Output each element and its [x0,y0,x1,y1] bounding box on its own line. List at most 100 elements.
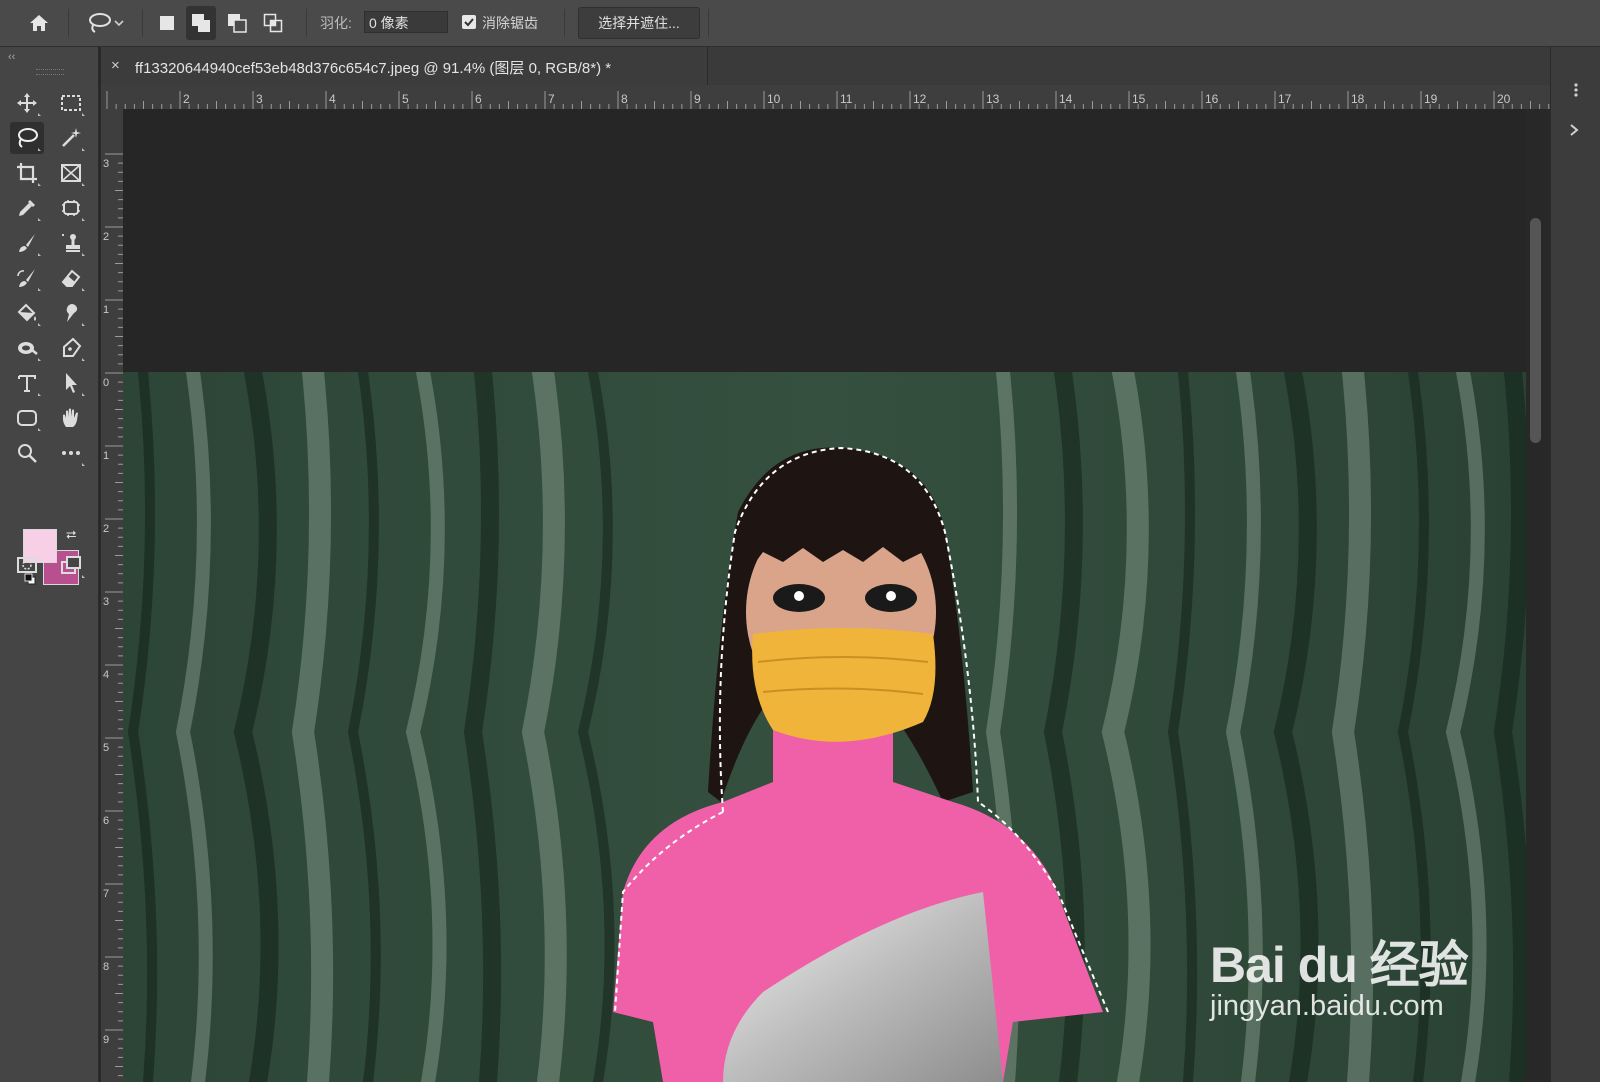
history-brush-tool[interactable] [10,262,44,294]
checkmark-icon [464,18,474,27]
path-selection-icon [66,373,77,393]
vertical-ruler[interactable]: 3 2 1 0 1 2 3 4 5 6 7 8 9 [101,109,124,1082]
edit-toolbar-button[interactable] [54,437,88,469]
eyedropper-tool[interactable] [10,192,44,224]
crop-tool[interactable] [10,157,44,189]
subtract-from-selection-button[interactable] [222,6,252,40]
path-selection-tool[interactable] [54,367,88,399]
pen-tool[interactable] [54,332,88,364]
frame-tool[interactable] [54,157,88,189]
zoom-icon [18,444,37,463]
crop-icon [17,163,37,183]
quick-mask-button[interactable] [10,549,44,581]
horizontal-ruler[interactable]: 2 3 4 5 6 7 8 9 10 11 12 13 14 15 16 17 18 19 20 [101,85,1550,110]
add-to-selection-button[interactable] [186,6,216,40]
dodge-tool[interactable] [10,332,44,364]
ruler-label: 10 [767,92,781,106]
home-button[interactable] [20,0,58,46]
divider [142,9,143,37]
ruler-label: 7 [548,92,555,106]
antialias-checkbox[interactable] [462,15,476,29]
divider [306,9,307,37]
hand-icon [63,408,78,427]
type-icon [18,375,36,392]
ruler-label: 3 [256,92,263,106]
ruler-label: 8 [621,92,628,106]
hand-tool[interactable] [54,402,88,434]
paint-bucket-tool[interactable] [10,297,44,329]
clone-stamp-tool[interactable] [54,227,88,259]
ruler-label: 17 [1278,92,1292,106]
smudge-tool[interactable] [54,297,88,329]
vertical-ruler-ticks: 3 2 1 0 1 2 3 4 5 6 7 8 9 [103,153,123,1077]
baidu-watermark-logo: Bai du 经验 [1210,937,1469,993]
ruler-label: 1 [103,304,109,316]
ruler-label: 15 [1132,92,1146,106]
zoom-tool[interactable] [10,437,44,469]
panel-grip[interactable] [36,69,64,75]
rectangle-tool[interactable] [10,402,44,434]
horizontal-ruler-ticks: 2 3 4 5 6 7 8 9 10 11 12 13 14 15 16 17 18 19 20 [106,91,1550,109]
spot-healing-icon [62,200,80,216]
ruler-label: 14 [1059,92,1073,106]
document-tab[interactable]: × ff13320644940cef53eb48d376c654c7.jpeg … [101,47,708,85]
feather-input[interactable]: 0 像素 [364,11,448,33]
ruler-label: 20 [1497,92,1511,106]
marquee-tool[interactable] [54,87,88,119]
tools-panel: ‹‹ ⮂ [0,47,99,1082]
move-tool[interactable] [10,87,44,119]
magic-wand-tool[interactable] [54,122,88,154]
swap-colors-icon[interactable]: ⮂ [66,527,76,543]
ruler-label: 2 [103,523,109,535]
new-selection-button[interactable] [152,6,182,40]
select-and-mask-button[interactable]: 选择并遮住... [578,7,700,39]
ruler-label: 4 [329,92,336,106]
close-tab-icon[interactable]: × [111,57,120,74]
lasso-tool[interactable] [10,122,44,154]
ruler-label: 6 [475,92,482,106]
magic-wand-icon [62,128,81,147]
eraser-icon [61,269,81,287]
pasteboard [123,109,1526,372]
lasso-icon [18,128,38,148]
lasso-icon [89,13,111,33]
move-icon [17,93,37,113]
brush-icon [19,234,35,252]
ruler-label: 12 [913,92,927,106]
screen-mode-button[interactable] [54,549,88,581]
divider [68,9,69,37]
tab-strip [708,47,1550,85]
chevron-down-icon [114,20,124,27]
ruler-label: 0 [103,377,109,389]
brush-tool[interactable] [10,227,44,259]
divider [708,9,709,37]
clone-stamp-icon [62,234,80,252]
collapse-panel-button[interactable]: ‹‹ [8,51,15,63]
ruler-label: 4 [103,669,109,681]
eraser-tool[interactable] [54,262,88,294]
add-selection-icon [192,14,210,32]
baidu-watermark-url: jingyan.baidu.com [1210,990,1444,1022]
ruler-label: 2 [183,92,190,106]
frame-icon [61,164,81,182]
ruler-label: 9 [103,1034,109,1046]
ruler-label: 7 [103,888,109,900]
ruler-label: 2 [103,231,109,243]
spot-healing-tool[interactable] [54,192,88,224]
intersect-selection-button[interactable] [258,6,288,40]
options-bar: 羽化: 0 像素 消除锯齿 选择并遮住... [0,0,1600,47]
document-title: ff13320644940cef53eb48d376c654c7.jpeg @ … [135,60,612,77]
more-tools-icon [62,451,80,455]
ruler-label: 19 [1424,92,1438,106]
ruler-label: 13 [986,92,1000,106]
vertical-scrollbar-thumb[interactable] [1530,218,1541,443]
intersect-selection-icon [263,13,283,33]
right-panel-dock [1550,47,1600,1082]
ruler-label: 1 [103,450,109,462]
ruler-label: 18 [1351,92,1365,106]
type-tool[interactable] [10,367,44,399]
pen-icon [63,337,82,357]
quick-mask-icon [17,557,37,573]
tool-preset-picker[interactable] [78,0,134,46]
panel-dock-icons [1570,83,1579,136]
